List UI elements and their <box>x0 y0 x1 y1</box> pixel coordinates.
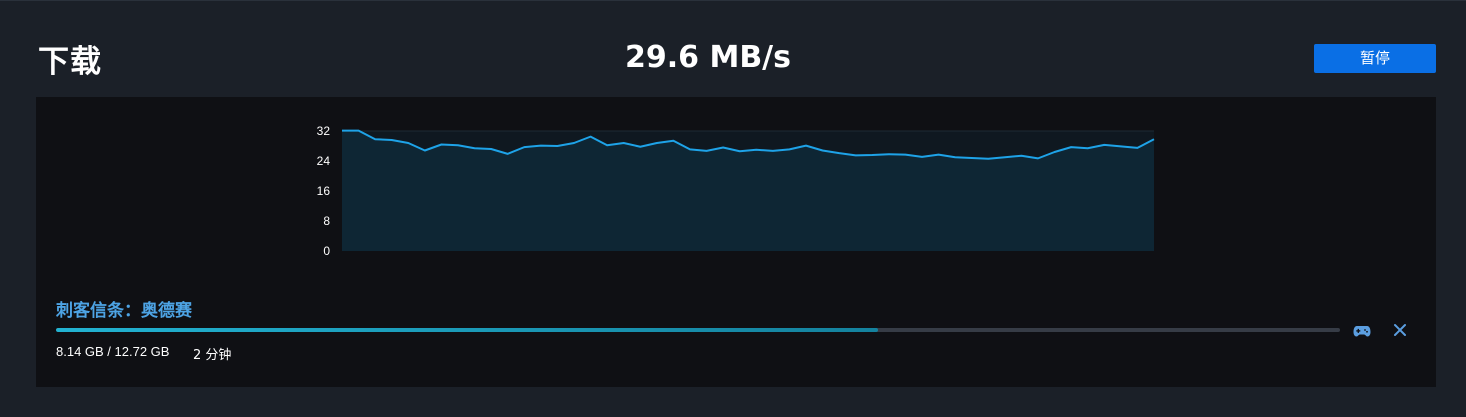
y-tick-label: 16 <box>317 184 331 198</box>
y-tick-label: 8 <box>323 214 330 228</box>
progress-bar <box>56 328 1340 332</box>
window-top-border <box>0 0 1466 1</box>
close-icon[interactable] <box>1393 322 1407 336</box>
download-speed: 29.6 MB/s <box>625 40 791 75</box>
download-size: 8.14 GB / 12.72 GB <box>56 344 170 359</box>
pause-button[interactable]: 暂停 <box>1314 44 1436 73</box>
progress-fill <box>56 328 878 332</box>
gamepad-icon[interactable] <box>1353 322 1371 337</box>
game-title: 刺客信条：奥德赛 <box>56 301 192 321</box>
download-panel: 0 8 16 24 32 刺客信条：奥德赛 8.14 GB / 12.72 GB 2 分… <box>36 97 1436 387</box>
y-tick-label: 0 <box>323 244 330 258</box>
y-tick-label: 24 <box>317 154 331 168</box>
y-tick-label: 32 <box>317 124 331 138</box>
time-remaining: 2 分钟 <box>193 348 232 363</box>
speed-chart: 0 8 16 24 32 <box>317 124 1155 258</box>
